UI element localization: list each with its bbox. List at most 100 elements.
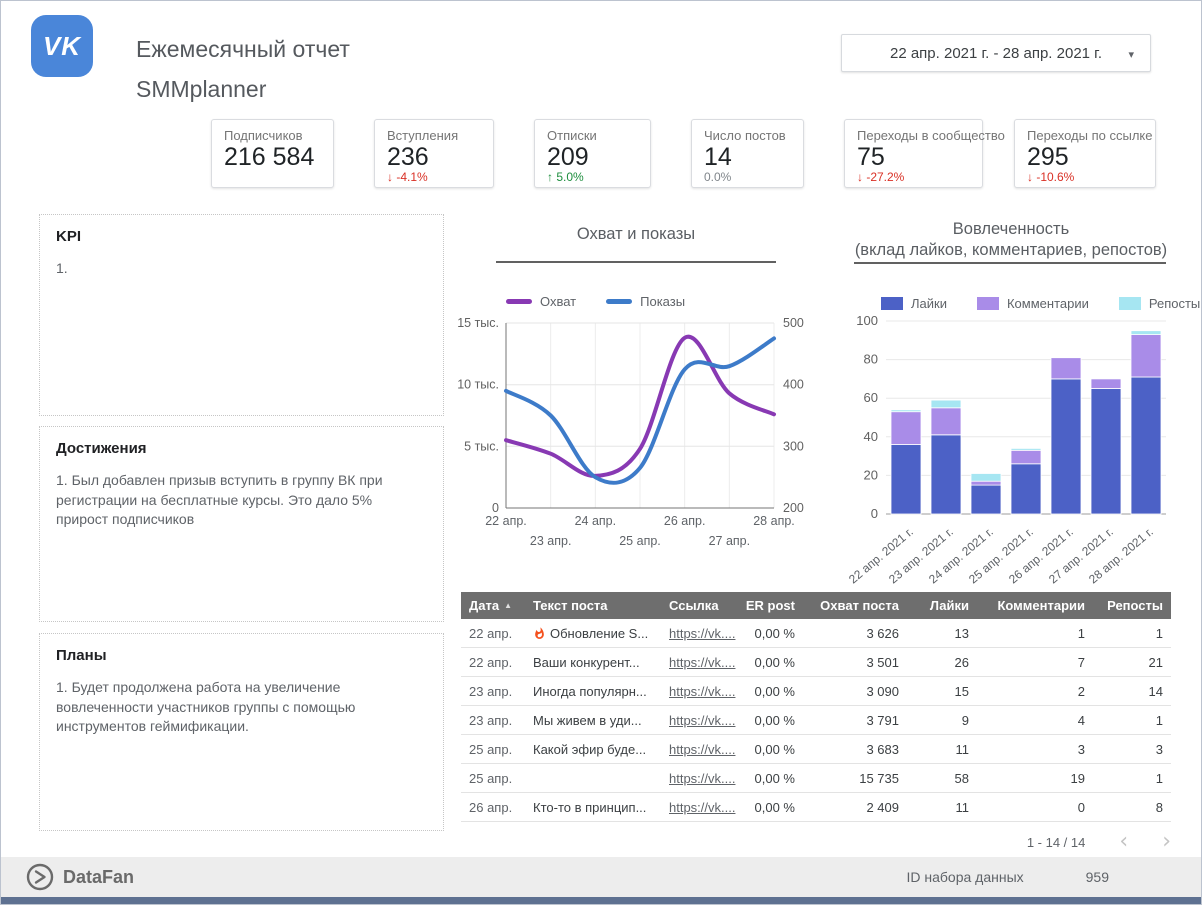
left-axis-tick: 10 тыс.	[457, 378, 499, 392]
bar-Комментарии[interactable]	[891, 412, 921, 445]
post-link[interactable]: https://vk....	[669, 742, 735, 757]
cell-comments: 19	[977, 771, 1093, 786]
scorecard-4[interactable]: Переходы в сообщество75↓ -27.2%	[844, 119, 983, 188]
bar-Репосты[interactable]	[1131, 331, 1161, 335]
next-page-icon[interactable]: ›	[1162, 833, 1171, 851]
post-link[interactable]: https://vk....	[669, 771, 735, 786]
y-axis-tick: 60	[864, 390, 878, 405]
cell-comments: 0	[977, 800, 1093, 815]
bar-Лайки[interactable]	[1091, 389, 1121, 515]
kpi-box[interactable]: KPI 1.	[39, 214, 444, 416]
legend-item-Показы: Показы	[606, 294, 685, 309]
column-header-link[interactable]: Ссылка	[661, 598, 741, 613]
bar-chart-title-line1: Вовлеченность	[846, 219, 1176, 240]
scorecard-label: Подписчиков	[224, 128, 321, 143]
dataset-info: ID набора данных 959	[906, 869, 1177, 885]
scorecard-delta: 0.0%	[704, 171, 791, 184]
left-axis-tick: 15 тыс.	[457, 316, 499, 330]
bar-Репосты[interactable]	[971, 474, 1001, 482]
cell-date: 22 апр.	[461, 655, 525, 670]
date-range-selector[interactable]: 22 апр. 2021 г. - 28 апр. 2021 г. ▾	[841, 34, 1151, 72]
post-link[interactable]: https://vk....	[669, 684, 735, 699]
table-pagination: 1 - 14 / 14 ‹ ›	[461, 833, 1171, 851]
right-axis-tick: 400	[783, 378, 804, 392]
left-axis-tick: 5 тыс.	[464, 439, 499, 453]
column-header-reach[interactable]: Охват поста	[803, 598, 907, 613]
bar-Репосты[interactable]	[891, 410, 921, 412]
cell-date: 26 апр.	[461, 800, 525, 815]
bar-Комментарии[interactable]	[931, 408, 961, 435]
scorecard-value: 216 584	[224, 143, 321, 171]
column-header-date[interactable]: Дата▲	[461, 598, 525, 613]
column-header-likes[interactable]: Лайки	[907, 598, 977, 613]
bar-Репосты[interactable]	[1011, 448, 1041, 450]
cell-likes: 11	[907, 742, 977, 757]
bar-Комментарии[interactable]	[1091, 379, 1121, 389]
legend-swatch-icon	[506, 299, 532, 304]
arrow-down-icon: ↓	[1027, 170, 1033, 184]
column-header-er[interactable]: ER post	[741, 598, 803, 613]
column-header-comments[interactable]: Комментарии	[977, 598, 1093, 613]
bar-Лайки[interactable]	[1131, 377, 1161, 514]
y-axis-tick: 20	[864, 467, 878, 482]
post-link[interactable]: https://vk....	[669, 713, 735, 728]
scorecard-delta: ↓ -4.1%	[387, 171, 481, 184]
cell-reach: 3 683	[803, 742, 907, 757]
table-row: 26 апр.Кто-то в принцип...https://vk....…	[461, 793, 1171, 822]
cell-text: Ваши конкурент...	[525, 655, 661, 670]
plans-box[interactable]: Планы 1. Будет продолжена работа на увел…	[39, 633, 444, 831]
arrow-up-icon: ↑	[547, 170, 553, 184]
bar-Лайки[interactable]	[931, 435, 961, 514]
cell-reach: 3 791	[803, 713, 907, 728]
bar-Комментарии[interactable]	[1051, 358, 1081, 379]
scorecard-label: Переходы в сообщество	[857, 128, 970, 143]
cell-likes: 26	[907, 655, 977, 670]
cell-likes: 9	[907, 713, 977, 728]
column-header-text[interactable]: Текст поста	[525, 598, 661, 613]
bar-Комментарии[interactable]	[1131, 335, 1161, 378]
line-chart-svg: 02005 тыс.30010 тыс.40015 тыс.50022 апр.…	[459, 309, 809, 559]
post-link[interactable]: https://vk....	[669, 800, 735, 815]
scorecard-2[interactable]: Отписки209↑ 5.0%	[534, 119, 651, 188]
cell-reposts: 8	[1093, 800, 1171, 815]
line-chart: 02005 тыс.30010 тыс.40015 тыс.50022 апр.…	[459, 309, 809, 559]
cell-reposts: 3	[1093, 742, 1171, 757]
bar-Репосты[interactable]	[931, 400, 961, 408]
cell-er: 0,00 %	[741, 771, 803, 786]
post-link[interactable]: https://vk....	[669, 655, 735, 670]
legend-swatch-icon	[606, 299, 632, 304]
datafan-logo-icon	[25, 862, 55, 892]
legend-label: Охват	[540, 294, 576, 309]
scorecard-value: 236	[387, 143, 481, 171]
column-header-reposts[interactable]: Репосты	[1093, 598, 1171, 613]
bar-Лайки[interactable]	[1011, 464, 1041, 514]
page-title-line1: Ежемесячный отчет	[136, 29, 350, 69]
bar-chart-title-underline	[854, 262, 1166, 264]
scorecard-5[interactable]: Переходы по ссылке295↓ -10.6%	[1014, 119, 1156, 188]
achievements-box[interactable]: Достижения 1. Был добавлен призыв вступи…	[39, 426, 444, 622]
bar-Лайки[interactable]	[891, 445, 921, 515]
y-axis-tick: 80	[864, 352, 878, 367]
scorecard-1[interactable]: Вступления236↓ -4.1%	[374, 119, 494, 188]
post-link[interactable]: https://vk....	[669, 626, 735, 641]
right-axis-tick: 500	[783, 316, 804, 330]
scorecard-3[interactable]: Число постов140.0%	[691, 119, 804, 188]
bar-Комментарии[interactable]	[971, 481, 1001, 485]
left-axis-tick: 0	[492, 501, 499, 515]
bar-Лайки[interactable]	[971, 485, 1001, 514]
cell-likes: 15	[907, 684, 977, 699]
cell-er: 0,00 %	[741, 742, 803, 757]
scorecard-delta: ↑ 5.0%	[547, 171, 638, 184]
datafan-logo: DataFan	[25, 862, 134, 892]
bar-Комментарии[interactable]	[1011, 450, 1041, 464]
scorecard-0[interactable]: Подписчиков216 584	[211, 119, 334, 188]
prev-page-icon[interactable]: ‹	[1119, 833, 1128, 851]
right-axis-tick: 200	[783, 501, 804, 515]
cell-likes: 13	[907, 626, 977, 641]
line-chart-title: Охват и показы	[461, 225, 811, 244]
cell-reposts: 21	[1093, 655, 1171, 670]
cell-reposts: 14	[1093, 684, 1171, 699]
bar-Лайки[interactable]	[1051, 379, 1081, 514]
posts-table-header: Дата▲Текст постаСсылкаER postОхват поста…	[461, 592, 1171, 619]
datafan-brand-name: DataFan	[63, 867, 134, 888]
